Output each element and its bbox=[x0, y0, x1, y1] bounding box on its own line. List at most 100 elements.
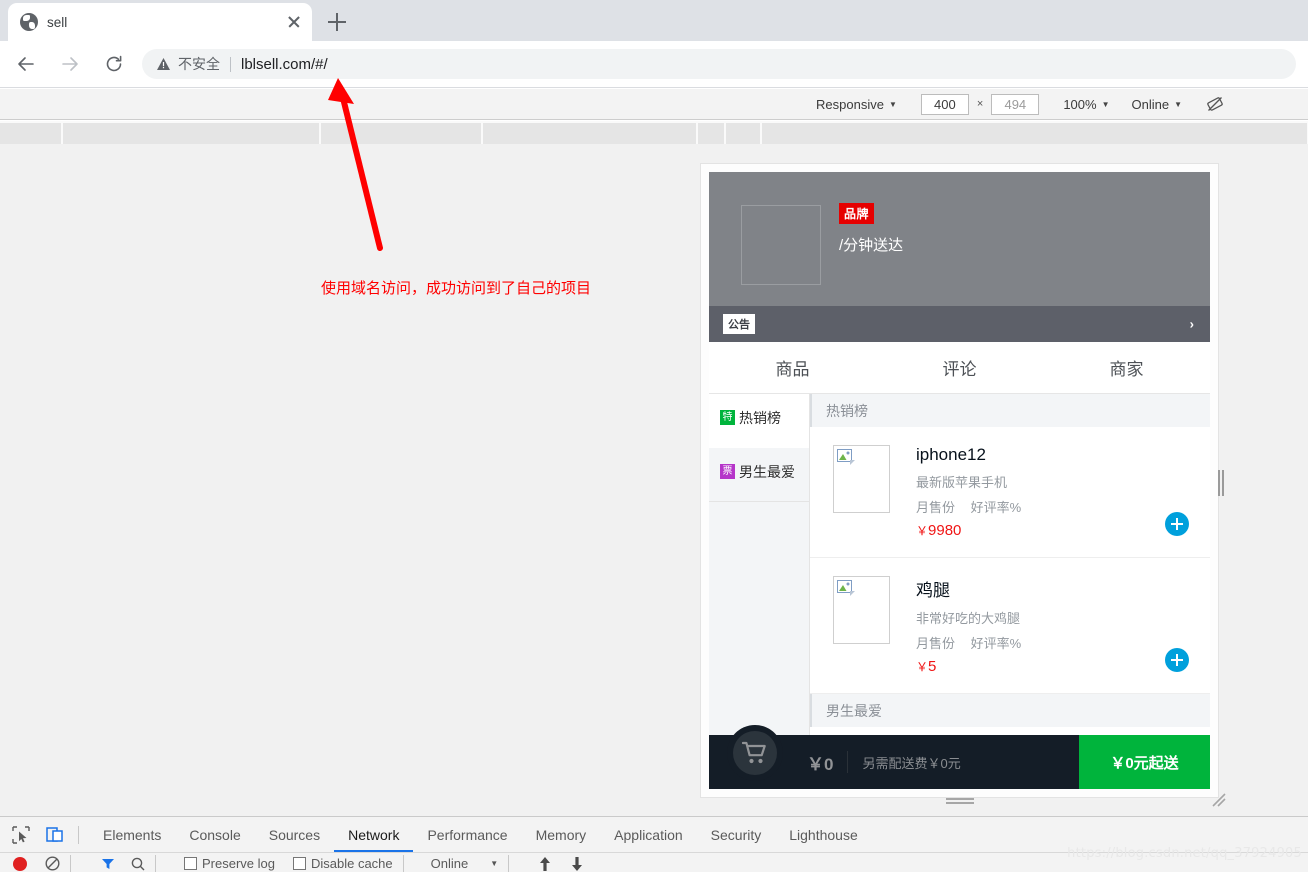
watermark: https://blog.csdn.net/qq_37924905 bbox=[1067, 846, 1302, 861]
browser-tab[interactable]: sell bbox=[8, 3, 312, 41]
cart-button[interactable] bbox=[727, 725, 783, 781]
category-label: 热销榜 bbox=[739, 410, 781, 426]
devtools-separator-5 bbox=[508, 854, 510, 872]
omnibox[interactable]: 不安全 lblsell.com/#/ bbox=[142, 49, 1296, 79]
cart-delivery-fee: 另需配送费￥0元 bbox=[862, 755, 961, 771]
shopping-cart-bar: ￥0 另需配送费￥0元 ￥0元起送 bbox=[709, 725, 1210, 789]
shop-tabs: 商品 评论 商家 bbox=[709, 342, 1210, 394]
shopping-cart-icon bbox=[742, 741, 766, 764]
food-item[interactable]: 鸡腿 非常好吃的大鸡腿 月售份 好评率% ￥5 bbox=[810, 558, 1210, 694]
cart-total-price: ￥0 bbox=[807, 754, 834, 774]
tab-console[interactable]: Console bbox=[175, 817, 254, 852]
food-info: iphone12 最新版苹果手机 月售份 好评率% ￥9980 bbox=[916, 445, 1192, 539]
tab-lighthouse[interactable]: Lighthouse bbox=[775, 817, 872, 852]
foods-list[interactable]: 热销榜 iphone12 最新版苹果手机 月售份 好评率% ￥9980 鸡腿 非… bbox=[810, 394, 1210, 789]
viewport-resize-handle-corner[interactable] bbox=[1211, 792, 1227, 808]
currency-symbol: ￥ bbox=[916, 524, 929, 538]
devtools-separator bbox=[78, 825, 79, 844]
category-item-boys-favorite[interactable]: 票 男生最爱 bbox=[709, 448, 809, 502]
annotation-text: 使用域名访问，成功访问到了自己的项目 bbox=[321, 279, 592, 297]
broken-image-icon bbox=[837, 449, 855, 465]
record-button[interactable] bbox=[13, 856, 27, 871]
reload-button[interactable] bbox=[96, 46, 132, 82]
chevron-down-icon: ▼ bbox=[1174, 99, 1182, 109]
tab-elements[interactable]: Elements bbox=[89, 817, 175, 852]
forward-button[interactable] bbox=[52, 46, 88, 82]
disable-cache-checkbox[interactable] bbox=[292, 857, 306, 870]
category-item-hot[interactable]: 特 热销榜 bbox=[709, 394, 809, 448]
tab-goods[interactable]: 商品 bbox=[709, 342, 876, 393]
omnibox-divider bbox=[230, 56, 231, 72]
screenshot-root: sell 不安全 lblsell.com/#/ Responsive ▼ 400… bbox=[0, 0, 1308, 872]
add-to-cart-button[interactable] bbox=[1165, 648, 1189, 672]
preserve-log-label: Preserve log bbox=[202, 856, 275, 871]
clear-icon[interactable] bbox=[45, 856, 60, 871]
food-description: 最新版苹果手机 bbox=[916, 475, 1008, 490]
device-selector[interactable]: Responsive ▼ bbox=[816, 97, 897, 112]
category-badge-ticket: 票 bbox=[720, 464, 735, 479]
tab-performance[interactable]: Performance bbox=[413, 817, 521, 852]
ruler-segment bbox=[0, 123, 62, 144]
zoom-selector-label: 100% bbox=[1063, 96, 1097, 112]
viewport-resize-handle-right[interactable] bbox=[1218, 470, 1224, 496]
throttling-selector-label: Online bbox=[1131, 96, 1170, 112]
rotate-icon[interactable] bbox=[1206, 95, 1224, 113]
chevron-down-icon: ▼ bbox=[490, 859, 499, 868]
throttling-selector[interactable]: Online ▼ bbox=[1132, 97, 1183, 112]
globe-icon bbox=[20, 13, 38, 31]
delivery-info: /分钟送达 bbox=[839, 237, 904, 254]
tab-ratings[interactable]: 评论 bbox=[876, 342, 1043, 393]
tab-seller[interactable]: 商家 bbox=[1043, 342, 1210, 393]
chevron-right-icon: › bbox=[1189, 316, 1194, 332]
tab-sources[interactable]: Sources bbox=[255, 817, 334, 852]
warning-triangle-icon bbox=[156, 57, 171, 71]
food-name: iphone12 bbox=[916, 445, 986, 464]
filter-icon[interactable] bbox=[101, 858, 115, 870]
ruler-segment bbox=[321, 123, 482, 144]
food-extra: 月售份 好评率% bbox=[916, 497, 1192, 516]
add-to-cart-button[interactable] bbox=[1165, 512, 1189, 536]
devtools-separator-2 bbox=[70, 854, 71, 872]
food-rating: 好评率% bbox=[970, 500, 1022, 515]
cart-divider bbox=[847, 751, 849, 773]
viewport-height-input[interactable]: 494 bbox=[991, 93, 1040, 115]
tab-security[interactable]: Security bbox=[697, 817, 776, 852]
viewport-width-input[interactable]: 400 bbox=[920, 93, 969, 115]
price-value: 9980 bbox=[928, 522, 962, 539]
ruler-segment bbox=[63, 123, 320, 144]
cart-pay-button[interactable]: ￥0元起送 bbox=[1079, 735, 1210, 789]
bulletin-bar[interactable]: 公告 › bbox=[709, 306, 1210, 342]
viewport-resize-handle-bottom[interactable] bbox=[946, 798, 974, 806]
devtools-separator-3 bbox=[155, 854, 156, 872]
network-throttle-select[interactable]: Online bbox=[431, 856, 469, 871]
food-price: ￥5 bbox=[916, 658, 1192, 675]
device-emulation-toolbar: Responsive ▼ 400 × 494 100% ▼ Online ▼ bbox=[0, 89, 1308, 120]
currency-symbol: ￥ bbox=[916, 660, 929, 674]
goods-body: 特 热销榜 票 男生最爱 热销榜 iphone12 最新版苹果手机 月售份 好评… bbox=[709, 394, 1210, 789]
device-selector-label: Responsive bbox=[816, 96, 884, 112]
close-icon[interactable] bbox=[282, 10, 306, 34]
toggle-device-toolbar-icon[interactable] bbox=[42, 822, 68, 848]
ruler-segment bbox=[726, 123, 761, 144]
tab-memory[interactable]: Memory bbox=[522, 817, 601, 852]
tab-network[interactable]: Network bbox=[334, 817, 413, 852]
food-item[interactable]: iphone12 最新版苹果手机 月售份 好评率% ￥9980 bbox=[810, 427, 1210, 558]
export-har-icon[interactable] bbox=[571, 856, 583, 871]
preserve-log-checkbox[interactable] bbox=[184, 857, 197, 870]
food-thumbnail bbox=[833, 445, 890, 513]
zoom-selector[interactable]: 100% ▼ bbox=[1063, 97, 1109, 112]
tab-application[interactable]: Application bbox=[600, 817, 697, 852]
browser-navigation-bar: 不安全 lblsell.com/#/ bbox=[0, 41, 1308, 88]
new-tab-button[interactable] bbox=[320, 7, 354, 37]
devtools-panel: Elements Console Sources Network Perform… bbox=[0, 816, 1308, 872]
search-icon[interactable] bbox=[131, 857, 145, 871]
back-button[interactable] bbox=[8, 46, 44, 82]
shop-avatar bbox=[741, 205, 821, 285]
inspect-element-icon[interactable] bbox=[8, 822, 34, 848]
food-info: 鸡腿 非常好吃的大鸡腿 月售份 好评率% ￥5 bbox=[916, 576, 1192, 675]
omnibox-url[interactable]: lblsell.com/#/ bbox=[241, 56, 328, 73]
browser-tab-strip: sell bbox=[0, 0, 1308, 41]
food-extra: 月售份 好评率% bbox=[916, 633, 1192, 652]
import-har-icon[interactable] bbox=[539, 856, 551, 871]
insecure-label: 不安全 bbox=[178, 56, 220, 72]
